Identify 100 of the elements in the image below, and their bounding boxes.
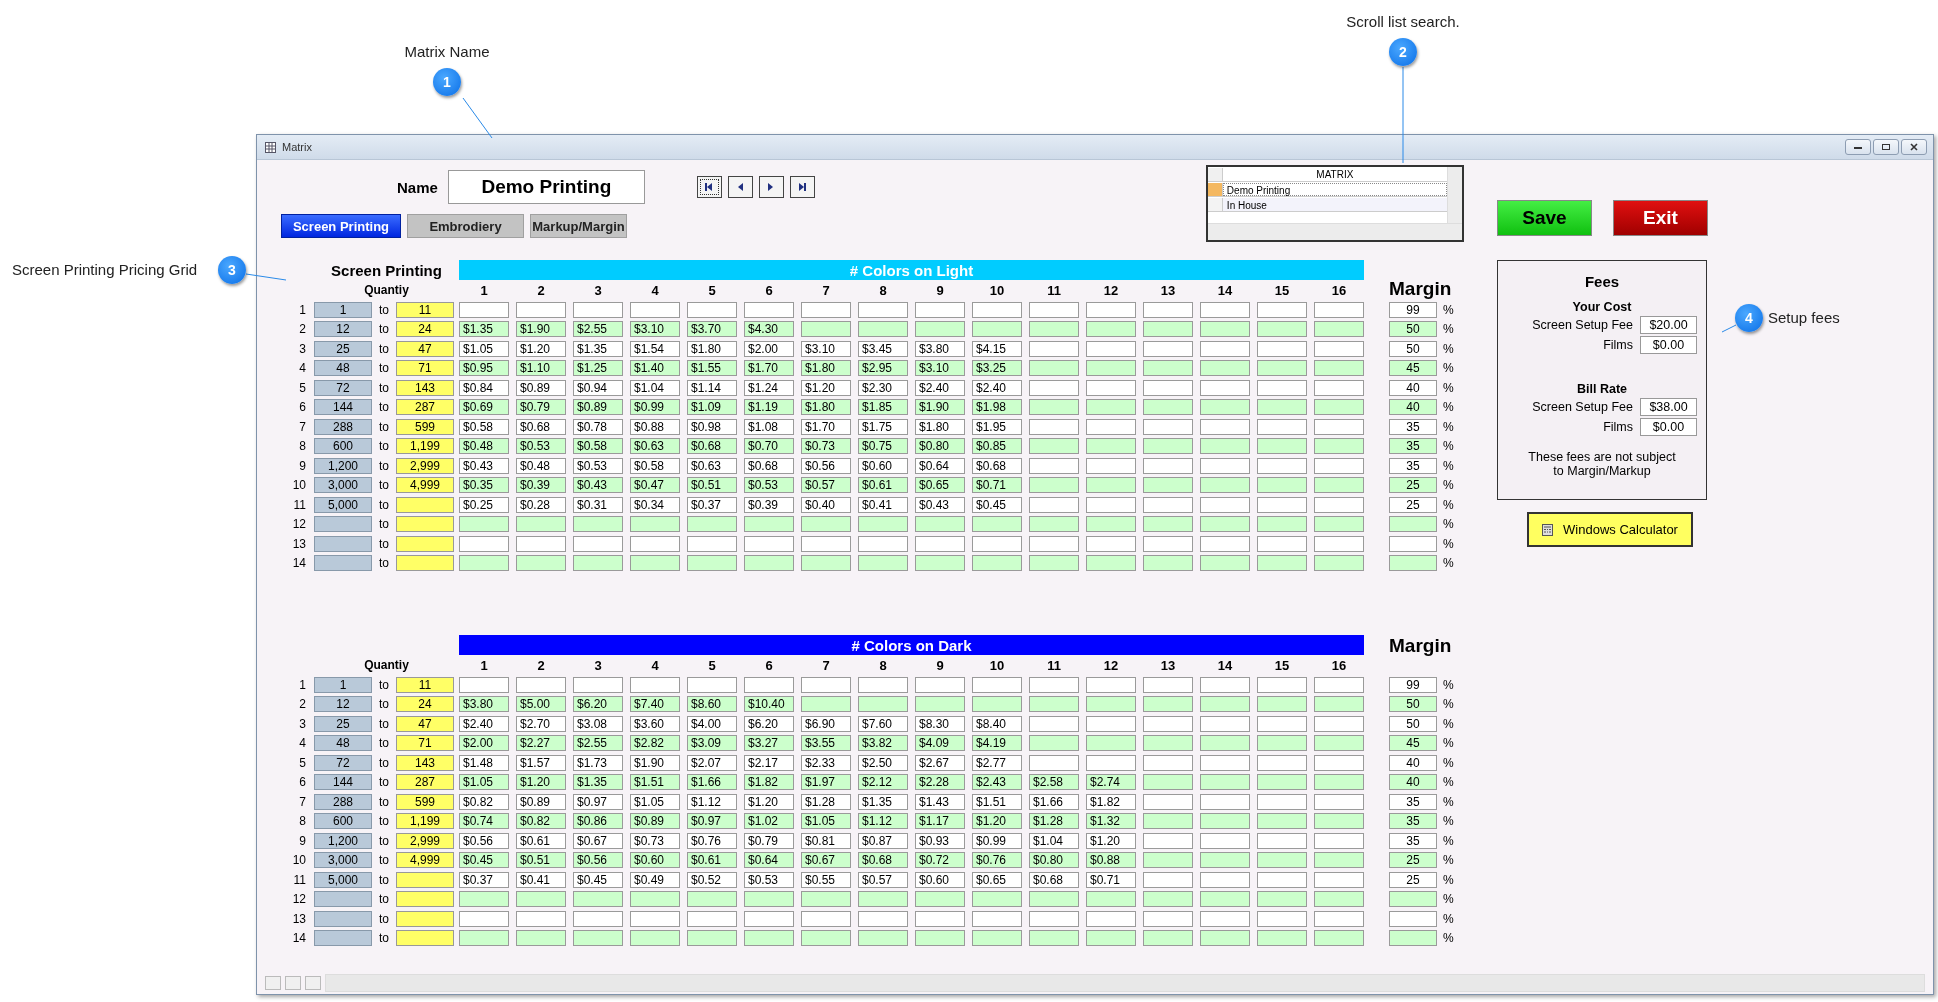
quantity-from-field[interactable]: 1,200 [314, 457, 372, 474]
price-field[interactable]: $3.80 [459, 696, 509, 713]
price-field[interactable] [1257, 676, 1307, 693]
price-field[interactable]: $1.14 [687, 379, 737, 396]
price-field[interactable] [744, 910, 794, 927]
quantity-from-field[interactable]: 25 [314, 715, 372, 732]
quantity-from-field[interactable]: 12 [314, 696, 372, 713]
price-field[interactable]: $0.56 [801, 457, 851, 474]
previous-button[interactable] [727, 176, 753, 198]
price-field[interactable]: $0.45 [972, 496, 1022, 513]
quantity-from-field[interactable]: 48 [314, 360, 372, 377]
margin-field[interactable]: 25 [1389, 871, 1437, 888]
price-field[interactable] [1143, 457, 1193, 474]
margin-field[interactable]: 25 [1389, 477, 1437, 494]
price-field[interactable]: $0.71 [972, 477, 1022, 494]
price-field[interactable]: $3.55 [801, 735, 851, 752]
price-field[interactable] [1314, 910, 1364, 927]
price-field[interactable] [1257, 457, 1307, 474]
price-field[interactable] [573, 676, 623, 693]
price-field[interactable]: $0.75 [858, 438, 908, 455]
quantity-from-field[interactable]: 48 [314, 735, 372, 752]
price-field[interactable]: $0.94 [573, 379, 623, 396]
price-field[interactable] [1314, 321, 1364, 338]
price-field[interactable] [1257, 496, 1307, 513]
price-field[interactable] [1200, 852, 1250, 869]
price-field[interactable] [1257, 910, 1307, 927]
price-field[interactable]: $1.54 [630, 340, 680, 357]
price-field[interactable] [744, 516, 794, 533]
quantity-from-field[interactable]: 5,000 [314, 496, 372, 513]
price-field[interactable]: $1.90 [915, 399, 965, 416]
price-field[interactable] [459, 535, 509, 552]
minimize-button[interactable] [1845, 139, 1871, 155]
price-field[interactable] [1143, 871, 1193, 888]
price-field[interactable]: $3.45 [858, 340, 908, 357]
price-field[interactable] [915, 555, 965, 572]
price-field[interactable] [1029, 496, 1079, 513]
price-field[interactable]: $1.48 [459, 754, 509, 771]
price-field[interactable] [1314, 774, 1364, 791]
margin-field[interactable]: 99 [1389, 676, 1437, 693]
price-field[interactable] [459, 516, 509, 533]
price-field[interactable] [1086, 438, 1136, 455]
price-field[interactable]: $3.10 [630, 321, 680, 338]
price-field[interactable] [516, 891, 566, 908]
price-field[interactable]: $2.00 [459, 735, 509, 752]
price-field[interactable]: $0.98 [687, 418, 737, 435]
price-field[interactable] [1086, 754, 1136, 771]
price-field[interactable]: $1.97 [801, 774, 851, 791]
price-field[interactable]: $3.60 [630, 715, 680, 732]
price-field[interactable]: $0.73 [801, 438, 851, 455]
price-field[interactable] [1143, 535, 1193, 552]
price-field[interactable]: $0.55 [801, 871, 851, 888]
price-field[interactable] [1314, 457, 1364, 474]
price-field[interactable]: $0.76 [972, 852, 1022, 869]
price-field[interactable] [459, 676, 509, 693]
price-field[interactable]: $2.50 [858, 754, 908, 771]
price-field[interactable] [1200, 793, 1250, 810]
price-field[interactable] [858, 696, 908, 713]
price-field[interactable] [1200, 399, 1250, 416]
margin-field[interactable]: 25 [1389, 852, 1437, 869]
price-field[interactable]: $0.93 [915, 832, 965, 849]
quantity-to-field[interactable]: 4,999 [396, 477, 454, 494]
price-field[interactable]: $0.43 [459, 457, 509, 474]
next-button[interactable] [758, 176, 784, 198]
margin-field[interactable]: 50 [1389, 340, 1437, 357]
price-field[interactable]: $4.09 [915, 735, 965, 752]
quantity-to-field[interactable] [396, 555, 454, 572]
price-field[interactable] [915, 930, 965, 947]
price-field[interactable] [1200, 813, 1250, 830]
price-field[interactable] [1029, 438, 1079, 455]
price-field[interactable]: $0.47 [630, 477, 680, 494]
price-field[interactable] [1200, 516, 1250, 533]
price-field[interactable]: $1.09 [687, 399, 737, 416]
price-field[interactable]: $3.10 [801, 340, 851, 357]
quantity-from-field[interactable]: 3,000 [314, 477, 372, 494]
price-field[interactable] [858, 301, 908, 318]
price-field[interactable]: $1.51 [630, 774, 680, 791]
price-field[interactable] [972, 321, 1022, 338]
price-field[interactable]: $8.40 [972, 715, 1022, 732]
price-field[interactable]: $1.05 [801, 813, 851, 830]
quantity-from-field[interactable]: 288 [314, 418, 372, 435]
price-field[interactable] [915, 301, 965, 318]
price-field[interactable] [1143, 360, 1193, 377]
price-field[interactable]: $2.70 [516, 715, 566, 732]
price-field[interactable]: $1.55 [687, 360, 737, 377]
price-field[interactable] [744, 930, 794, 947]
price-field[interactable] [1086, 715, 1136, 732]
price-field[interactable]: $0.60 [858, 457, 908, 474]
price-field[interactable] [1257, 535, 1307, 552]
quantity-from-field[interactable]: 288 [314, 793, 372, 810]
price-field[interactable]: $3.70 [687, 321, 737, 338]
price-field[interactable] [744, 676, 794, 693]
price-field[interactable]: $0.25 [459, 496, 509, 513]
price-field[interactable] [1200, 910, 1250, 927]
price-field[interactable]: $0.58 [630, 457, 680, 474]
price-field[interactable]: $1.24 [744, 379, 794, 396]
price-field[interactable] [1257, 754, 1307, 771]
exit-button[interactable]: Exit [1613, 200, 1708, 236]
price-field[interactable] [1314, 438, 1364, 455]
price-field[interactable] [1314, 793, 1364, 810]
price-field[interactable]: $0.45 [573, 871, 623, 888]
